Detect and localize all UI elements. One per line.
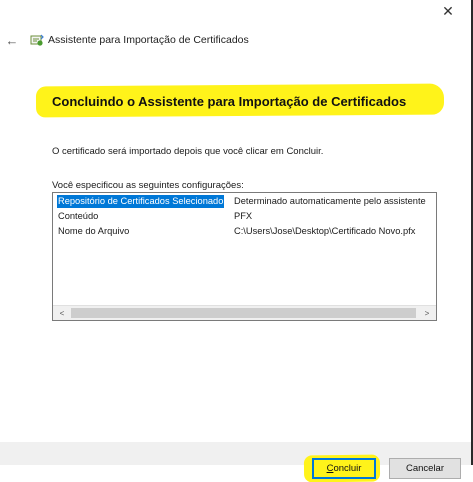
settings-label: Você especificou as seguintes configuraç…	[52, 180, 244, 191]
back-arrow-icon: ←	[5, 32, 19, 48]
scroll-left-icon[interactable]: <	[55, 306, 69, 320]
close-icon: ✕	[442, 2, 454, 19]
settings-listbox[interactable]: Repositório de Certificados Selecionado …	[52, 192, 437, 321]
import-wizard-window: ✕ ← Assistente para Importação de Certif…	[0, 0, 473, 465]
scrollbar-thumb[interactable]	[71, 308, 416, 318]
close-button[interactable]: ✕	[431, 0, 465, 22]
horizontal-scrollbar[interactable]: < >	[53, 305, 436, 320]
settings-row-value: Determinado automaticamente pelo assiste…	[234, 196, 426, 206]
concluir-button[interactable]: Concluir	[312, 458, 376, 479]
settings-row-value: PFX	[234, 211, 253, 221]
cancelar-button[interactable]: Cancelar	[389, 458, 461, 479]
settings-row-key: Nome do Arquivo	[58, 226, 130, 236]
certificate-wizard-icon	[30, 34, 44, 46]
page-heading: Concluindo o Assistente para Importação …	[52, 94, 407, 109]
settings-row-value: C:\Users\Jose\Desktop\Certificado Novo.p…	[234, 226, 416, 236]
window-title: Assistente para Importação de Certificad…	[48, 34, 249, 46]
settings-row-key: Repositório de Certificados Selecionado	[57, 195, 225, 208]
scroll-right-icon[interactable]: >	[420, 306, 434, 320]
back-button[interactable]: ←	[4, 32, 20, 48]
info-text: O certificado será importado depois que …	[52, 146, 324, 157]
settings-row-key: Conteúdo	[58, 211, 99, 221]
